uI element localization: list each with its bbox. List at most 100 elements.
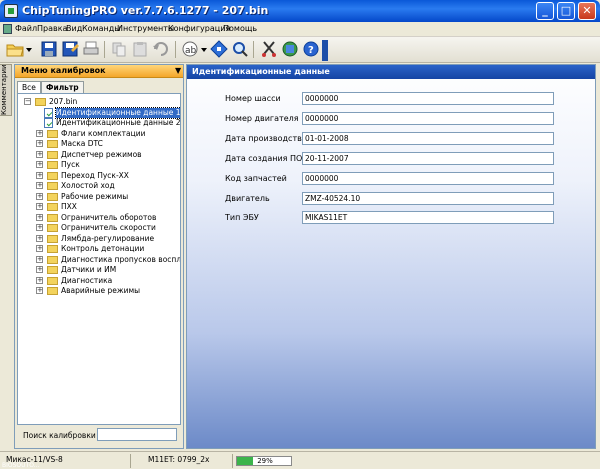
- expand-icon[interactable]: +: [36, 255, 43, 263]
- toolbar-separator: [104, 41, 105, 58]
- tree-node[interactable]: Идентификационные данные 2: [18, 118, 180, 128]
- compare-icon[interactable]: ab: [181, 40, 199, 58]
- tree-node[interactable]: + Диспетчер режимов: [18, 150, 180, 160]
- expand-icon[interactable]: +: [36, 161, 43, 168]
- toolbar-separator: [253, 41, 254, 58]
- chassis-number-field[interactable]: 0000000: [302, 92, 554, 105]
- expand-icon[interactable]: +: [36, 203, 43, 210]
- expand-icon[interactable]: +: [36, 150, 43, 158]
- parts-code-field[interactable]: 0000000: [302, 172, 554, 185]
- expand-icon[interactable]: +: [36, 192, 43, 200]
- toolbar-separator: [175, 41, 176, 58]
- toolbar: ab ?: [0, 37, 600, 63]
- undo-icon[interactable]: [152, 40, 170, 58]
- expand-icon[interactable]: +: [36, 213, 43, 221]
- menu-config[interactable]: Конфигурация: [168, 24, 230, 33]
- menu-help[interactable]: Помощь: [223, 24, 257, 33]
- tree-node[interactable]: + Ограничитель скорости: [18, 223, 180, 233]
- menu-bar: Файл Правка Вид Команды Инструменты Конф…: [0, 22, 600, 37]
- collapse-icon[interactable]: −: [24, 98, 31, 105]
- tree-node-label: Переход Пуск-ХХ: [61, 170, 129, 180]
- close-button[interactable]: ✕: [578, 2, 596, 20]
- expand-icon[interactable]: +: [36, 182, 43, 189]
- tree-node[interactable]: + Аварийные режимы: [18, 286, 180, 296]
- tree-node[interactable]: + Датчики и ИМ: [18, 265, 180, 275]
- tree-node[interactable]: + Флаги комплектации: [18, 129, 180, 139]
- tree-node[interactable]: + Ограничитель оборотов: [18, 213, 180, 223]
- tree-node[interactable]: + Диагностика пропусков воспламенения: [18, 255, 180, 265]
- menu-commands[interactable]: Команды: [82, 24, 121, 33]
- tree-node[interactable]: + Холостой ход: [18, 181, 180, 191]
- app-icon: [4, 4, 18, 18]
- save-icon[interactable]: [40, 40, 58, 58]
- minimize-button[interactable]: _: [536, 2, 554, 20]
- software-date-field[interactable]: 20-11-2007: [302, 152, 554, 165]
- tree-node[interactable]: + Рабочие режимы: [18, 192, 180, 202]
- tree-node[interactable]: + Контроль детонации: [18, 244, 180, 254]
- tab-filter[interactable]: Фильтр: [41, 81, 84, 93]
- field-label: Тип ЭБУ: [225, 213, 259, 222]
- tree-node-label: Идентификационные данные 2: [56, 118, 181, 127]
- diamond-icon[interactable]: [210, 40, 228, 58]
- document-menu-icon[interactable]: [3, 24, 12, 34]
- tab-all[interactable]: Все: [17, 81, 41, 93]
- folder-icon: [35, 98, 46, 106]
- tree-node-label: Ограничитель оборотов: [61, 212, 157, 222]
- menu-view[interactable]: Вид: [66, 24, 82, 33]
- comments-side-tab[interactable]: Комментарии: [0, 64, 12, 116]
- tree-node-label: 207.bin: [49, 97, 78, 106]
- tree-node-label: Диагностика: [61, 275, 113, 285]
- expand-icon[interactable]: +: [36, 276, 43, 284]
- folder-icon: [47, 129, 58, 138]
- expand-icon[interactable]: +: [36, 171, 43, 179]
- globe-icon[interactable]: [281, 40, 299, 58]
- calibration-menu-panel: Меню калибровок ▼ Все Фильтр −207.bin Иде…: [14, 64, 184, 449]
- expand-icon[interactable]: +: [36, 245, 43, 252]
- production-date-field[interactable]: 01-01-2008: [302, 132, 554, 145]
- search-calibration-input[interactable]: [97, 428, 177, 441]
- identification-title: Идентификационные данные: [192, 67, 330, 76]
- help-icon[interactable]: ?: [302, 40, 320, 58]
- tree-node-label: ПХХ: [61, 202, 77, 211]
- title-bar[interactable]: ChipTuningPRO ver.7.7.6.1277 - 207.bin _…: [0, 0, 600, 22]
- tree-node[interactable]: + Лямбда-регулирование: [18, 234, 180, 244]
- engine-number-field[interactable]: 0000000: [302, 112, 554, 125]
- tree-node[interactable]: + Маска DTC: [18, 139, 180, 149]
- menu-file[interactable]: Файл: [15, 24, 37, 33]
- tree-node[interactable]: Идентификационные данные 1: [18, 106, 180, 119]
- expand-icon[interactable]: +: [36, 224, 43, 231]
- progress-bar: 29%: [236, 456, 292, 466]
- tree-node-label: Холостой ход: [61, 181, 115, 190]
- tree-node[interactable]: + Диагностика: [18, 276, 180, 286]
- cut-tool-icon[interactable]: [260, 40, 278, 58]
- copy-icon[interactable]: [110, 40, 128, 58]
- folder-icon: [47, 234, 58, 243]
- tree-node[interactable]: + ПХХ: [18, 202, 180, 212]
- pin-icon[interactable]: ▼: [175, 66, 181, 75]
- paste-icon[interactable]: [131, 40, 149, 58]
- print-icon[interactable]: [82, 40, 100, 58]
- tree-node[interactable]: + Переход Пуск-ХХ: [18, 171, 180, 181]
- maximize-button[interactable]: □: [557, 2, 575, 20]
- zoom-icon[interactable]: [231, 40, 249, 58]
- ecu-type-field[interactable]: MIKAS11ET: [302, 211, 554, 224]
- save-as-icon[interactable]: [61, 40, 79, 58]
- dropdown-arrow-icon[interactable]: [25, 40, 33, 58]
- tree-node-label: Контроль детонации: [61, 244, 145, 253]
- field-label: Дата создания ПО: [225, 154, 303, 163]
- engine-field[interactable]: ZMZ-40524.10: [302, 192, 554, 205]
- menu-edit[interactable]: Правка: [37, 24, 67, 33]
- dropdown-arrow-icon[interactable]: [200, 40, 208, 58]
- tree-node[interactable]: − 207.bin: [18, 97, 180, 107]
- expand-icon[interactable]: +: [36, 129, 43, 137]
- expand-icon[interactable]: +: [36, 266, 43, 273]
- menu-tools[interactable]: Инструменты: [117, 24, 174, 33]
- expand-icon[interactable]: +: [36, 140, 43, 147]
- expand-icon[interactable]: +: [36, 234, 43, 242]
- expand-icon[interactable]: +: [36, 287, 43, 294]
- folder-icon: [47, 287, 58, 295]
- toolbar-chevron[interactable]: [322, 40, 328, 61]
- open-folder-icon[interactable]: [6, 40, 24, 58]
- tree-node[interactable]: + Пуск: [18, 160, 180, 170]
- identification-header: Идентификационные данные: [187, 65, 595, 79]
